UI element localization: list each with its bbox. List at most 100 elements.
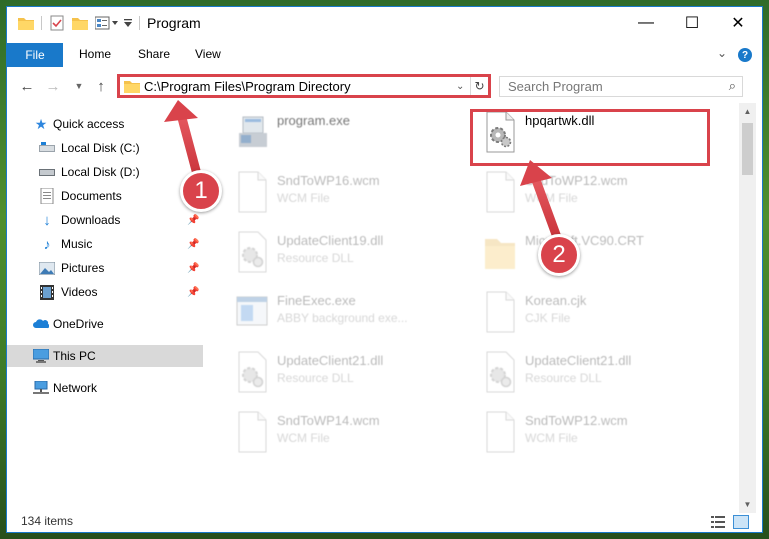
sidebar-item-network[interactable]: Network	[7, 377, 203, 399]
file-name: program.exe	[277, 113, 350, 128]
help-icon[interactable]: ?	[738, 48, 752, 62]
dll-gear-icon	[238, 231, 267, 273]
sidebar-item-label: OneDrive	[53, 317, 104, 331]
forward-arrow-icon[interactable]: →	[43, 76, 63, 96]
navigation-bar: ← → ▼ ↑ C:\Program Files\Program Directo…	[7, 71, 762, 101]
search-placeholder: Search Program	[508, 79, 603, 94]
blank-file-icon	[486, 171, 515, 213]
drive-icon	[39, 164, 55, 180]
tab-share[interactable]: Share	[138, 47, 170, 61]
status-bar: 134 items	[7, 510, 762, 532]
back-arrow-icon[interactable]: ←	[17, 76, 37, 96]
file-item[interactable]: SndToWP14.wcm WCM File	[213, 409, 449, 455]
sidebar-item-quick-access[interactable]: ★ Quick access	[7, 113, 203, 135]
file-item[interactable]: SndToWP16.wcm WCM File	[213, 169, 449, 215]
sidebar-item-label: Videos	[61, 285, 98, 299]
file-type: ABBY background exe...	[277, 311, 408, 325]
file-item[interactable]: SndToWP12.wcm WCM File	[461, 409, 697, 455]
sidebar-item-this-pc[interactable]: This PC	[7, 345, 203, 367]
blank-file-icon	[486, 291, 515, 333]
sidebar-item-videos[interactable]: Videos 📌	[7, 281, 203, 303]
new-folder-icon[interactable]	[71, 14, 89, 32]
exe-icon	[239, 116, 267, 147]
music-icon: ♪	[43, 236, 51, 252]
drive-icon	[39, 140, 55, 156]
vertical-scrollbar[interactable]: ▲ ▼	[739, 103, 756, 513]
file-name: UpdateClient21.dll	[525, 353, 632, 368]
blank-file-icon	[238, 171, 267, 213]
dll-gear-icon	[486, 351, 515, 393]
address-bar[interactable]: C:\Program Files\Program Directory ⌄ ↻	[117, 74, 491, 98]
file-type: WCM File	[525, 431, 578, 445]
sidebar-item-label: Quick access	[53, 117, 125, 131]
minimize-button[interactable]: —	[623, 7, 669, 38]
file-item[interactable]: SndToWP12.wcm WCM File	[461, 169, 697, 215]
chevron-down-icon[interactable]: ⌄	[456, 81, 470, 92]
tab-home[interactable]: Home	[79, 47, 111, 61]
dll-gear-icon	[238, 351, 267, 393]
folder-icon[interactable]	[17, 14, 35, 32]
step-1-badge: 1	[180, 170, 222, 212]
sidebar-item-local-disk-c[interactable]: Local Disk (C:)	[7, 137, 203, 159]
blank-file-icon	[486, 411, 515, 453]
file-type: WCM File	[277, 431, 330, 445]
step-2-badge: 2	[538, 234, 580, 276]
tab-file[interactable]: File	[7, 43, 63, 67]
file-type: WCM File	[525, 191, 578, 205]
pin-icon[interactable]: 📌	[187, 263, 199, 274]
large-icons-view-icon[interactable]	[733, 515, 749, 529]
address-path[interactable]: C:\Program Files\Program Directory	[144, 79, 456, 94]
documents-icon	[39, 188, 55, 204]
sidebar-item-label: Local Disk (C:)	[61, 141, 140, 155]
file-highlight-box	[470, 109, 710, 166]
network-icon	[33, 380, 49, 396]
scroll-thumb[interactable]	[742, 123, 753, 175]
pin-icon[interactable]: 📌	[187, 287, 199, 298]
search-icon[interactable]: ⌕	[729, 78, 736, 94]
properties-icon[interactable]	[49, 14, 65, 32]
sidebar-item-documents[interactable]: Documents 📌	[7, 185, 203, 207]
file-name: FineExec.exe	[277, 293, 356, 308]
pin-icon[interactable]: 📌	[187, 215, 199, 226]
sidebar-item-onedrive[interactable]: OneDrive	[7, 313, 203, 335]
window-title: Program	[147, 15, 201, 31]
close-button[interactable]: ✕	[715, 7, 761, 38]
sidebar-item-label: Downloads	[61, 213, 121, 227]
sidebar-item-downloads[interactable]: ↓ Downloads 📌	[7, 209, 203, 231]
scroll-up-icon[interactable]: ▲	[739, 103, 756, 120]
file-name: SndToWP12.wcm	[525, 413, 628, 428]
pictures-icon	[39, 260, 55, 276]
recent-locations-icon[interactable]: ▼	[69, 76, 89, 96]
sidebar-item-music[interactable]: ♪ Music 📌	[7, 233, 203, 255]
refresh-icon[interactable]: ↻	[470, 77, 488, 95]
file-type: WCM File	[277, 191, 330, 205]
sidebar-item-local-disk-d[interactable]: Local Disk (D:)	[7, 161, 203, 183]
pin-icon[interactable]: 📌	[187, 239, 199, 250]
search-input[interactable]: Search Program ⌕	[499, 76, 743, 97]
file-name: SndToWP14.wcm	[277, 413, 380, 428]
customize-toolbar-icon[interactable]	[93, 14, 121, 32]
file-item[interactable]: Korean.cjk CJK File	[461, 289, 697, 335]
file-item[interactable]: FineExec.exe ABBY background exe...	[213, 289, 449, 335]
details-view-icon[interactable]	[711, 516, 725, 528]
expand-ribbon-icon[interactable]: ⌄	[717, 46, 727, 60]
sidebar-item-pictures[interactable]: Pictures 📌	[7, 257, 203, 279]
title-bar: Program — ☐ ✕	[7, 7, 762, 39]
maximize-button[interactable]: ☐	[669, 7, 715, 38]
file-item[interactable]: UpdateClient19.dll Resource DLL	[213, 229, 449, 275]
explorer-window: Program — ☐ ✕ File Home Share View ⌄ ? ←…	[6, 6, 763, 533]
file-item[interactable]: UpdateClient21.dll Resource DLL	[213, 349, 449, 395]
file-name: Korean.cjk	[525, 293, 587, 308]
sidebar-item-label: Pictures	[61, 261, 105, 275]
tab-view[interactable]: View	[195, 47, 221, 61]
sidebar-item-label: Local Disk (D:)	[61, 165, 140, 179]
file-item[interactable]: UpdateClient21.dll Resource DLL	[461, 349, 697, 395]
folder-icon	[122, 79, 142, 93]
file-item[interactable]: program.exe	[213, 109, 449, 155]
up-arrow-icon[interactable]: ↑	[91, 76, 111, 96]
sidebar-item-label: This PC	[53, 349, 96, 363]
qat-dropdown-icon[interactable]	[123, 14, 133, 32]
file-type: CJK File	[525, 311, 571, 325]
this-pc-icon	[33, 348, 49, 364]
ribbon: File Home Share View ⌄ ?	[7, 43, 762, 67]
